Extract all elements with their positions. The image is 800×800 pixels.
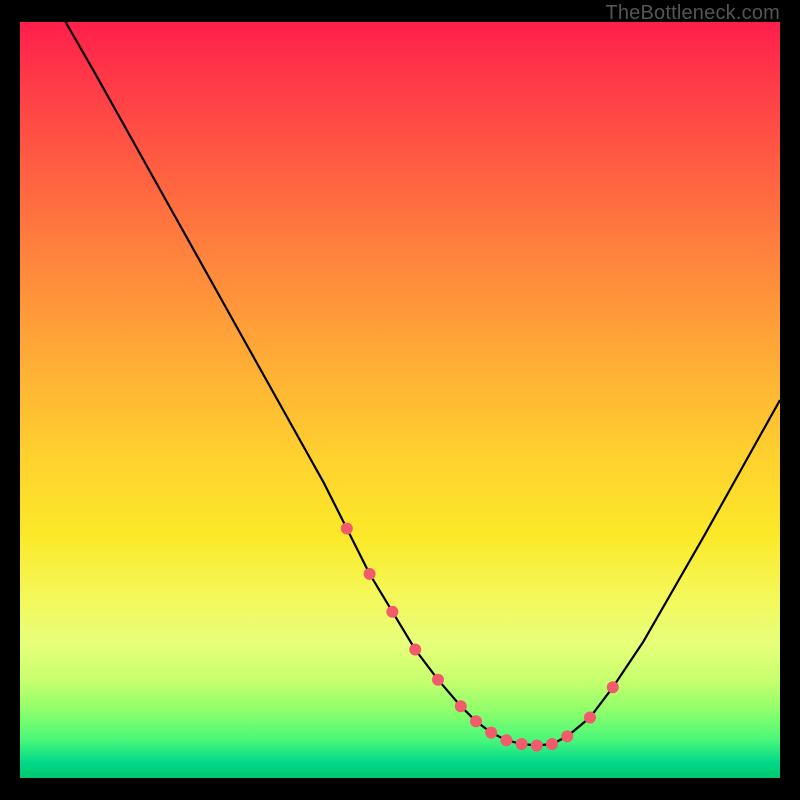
marker-point xyxy=(470,715,482,727)
marker-point xyxy=(455,700,467,712)
chart-svg xyxy=(20,22,780,778)
marker-point xyxy=(485,727,497,739)
chart-container: TheBottleneck.com xyxy=(0,0,800,800)
marker-point xyxy=(386,606,398,618)
marker-group xyxy=(341,523,619,752)
marker-point xyxy=(500,734,512,746)
bottleneck-curve xyxy=(66,22,780,746)
marker-point xyxy=(584,712,596,724)
marker-point xyxy=(364,568,376,580)
marker-point xyxy=(561,730,573,742)
marker-point xyxy=(409,644,421,656)
marker-point xyxy=(607,681,619,693)
plot-area xyxy=(20,22,780,778)
marker-point xyxy=(531,740,543,752)
marker-point xyxy=(516,738,528,750)
marker-point xyxy=(546,738,558,750)
marker-point xyxy=(432,674,444,686)
marker-point xyxy=(341,523,353,535)
